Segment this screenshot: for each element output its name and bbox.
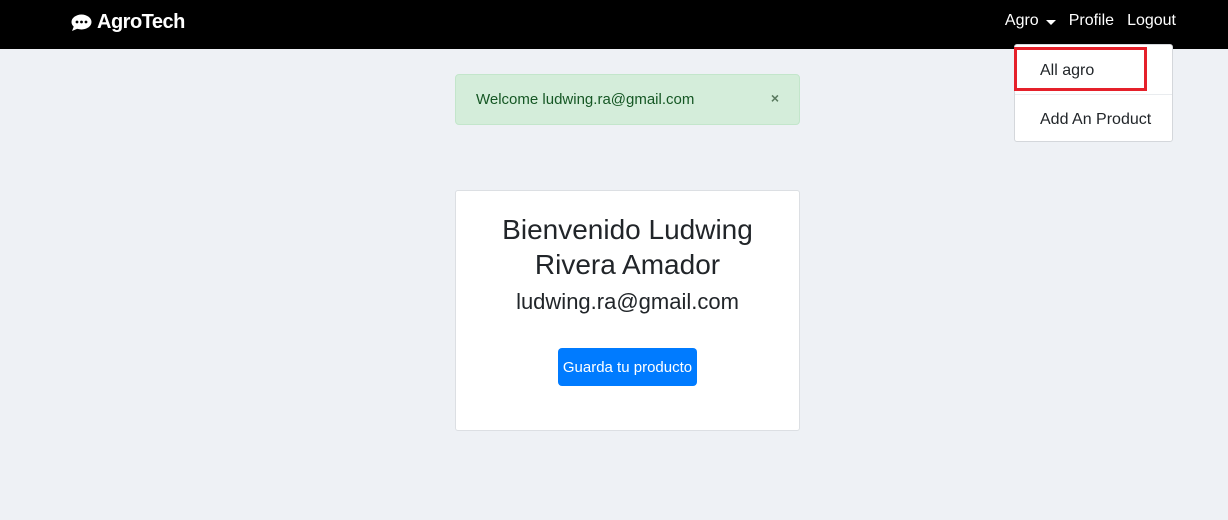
dropdown-item-add-product[interactable]: Add An Product bbox=[1015, 99, 1172, 140]
welcome-alert: Welcome ludwing.ra@gmail.com × bbox=[455, 74, 800, 125]
top-navbar: AgroTech Agro Profile Logout bbox=[0, 0, 1228, 49]
profile-link[interactable]: Profile bbox=[1069, 12, 1114, 30]
agro-dropdown-toggle[interactable]: Agro bbox=[1005, 12, 1056, 30]
dropdown-item-label: Add An Product bbox=[1040, 110, 1152, 128]
dropdown-divider bbox=[1015, 94, 1172, 95]
agro-dropdown-label: Agro bbox=[1004, 12, 1039, 29]
logout-link[interactable]: Logout bbox=[1127, 12, 1176, 30]
card-title: Bienvenido Ludwing Rivera Amador bbox=[502, 214, 753, 280]
brand-link[interactable]: AgroTech bbox=[71, 11, 185, 34]
close-icon[interactable]: × bbox=[771, 90, 779, 106]
comment-dots-icon bbox=[71, 14, 92, 32]
highlight-annotation-box bbox=[1014, 47, 1147, 91]
save-product-button[interactable]: Guarda tu producto bbox=[558, 348, 697, 386]
card-email: ludwing.ra@gmail.com bbox=[516, 289, 739, 314]
alert-message: Welcome ludwing.ra@gmail.com bbox=[476, 91, 695, 108]
nav-menu: Agro Profile Logout bbox=[1005, 12, 1176, 30]
brand-name: AgroTech bbox=[97, 11, 185, 33]
caret-down-icon bbox=[1045, 19, 1056, 25]
welcome-card: Bienvenido Ludwing Rivera Amador ludwing… bbox=[455, 190, 800, 431]
